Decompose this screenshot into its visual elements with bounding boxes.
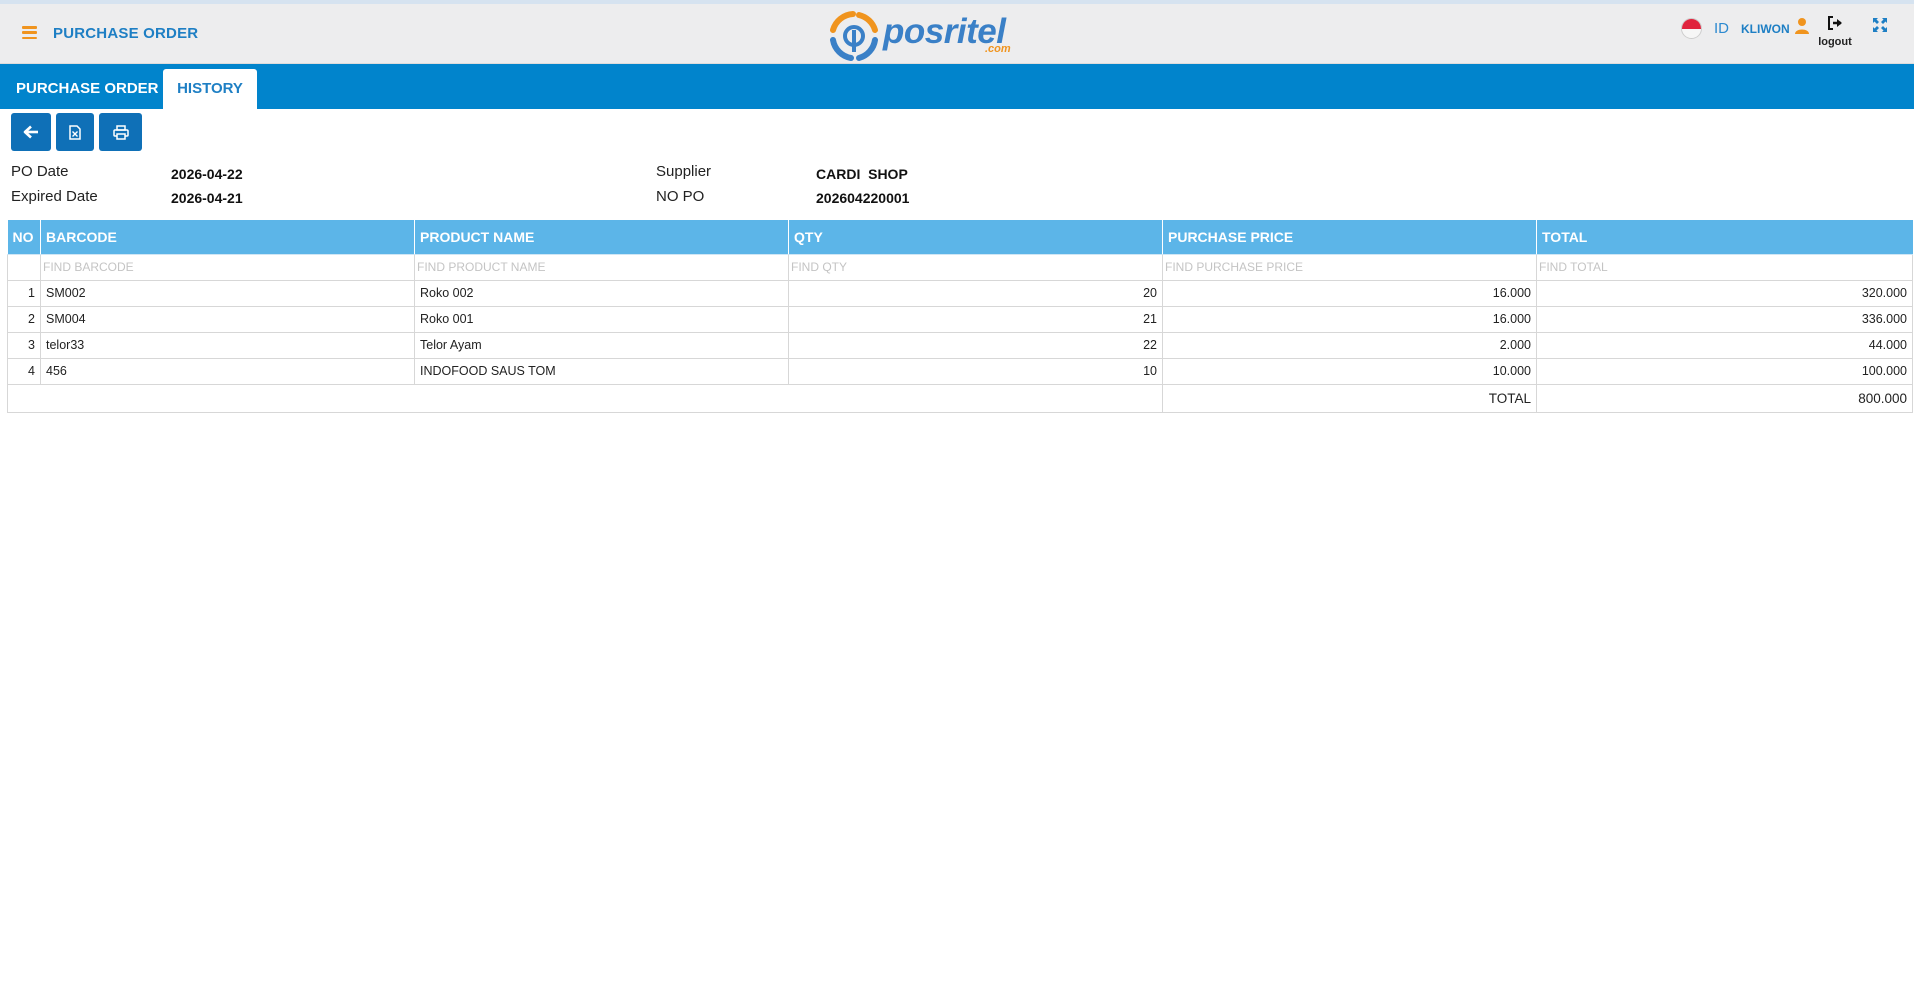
tab-bar: PURCHASE ORDER HISTORY — [0, 64, 1914, 109]
row-no: 2 — [7, 305, 41, 333]
back-arrow-icon — [23, 125, 38, 139]
logout-label: logout — [1818, 36, 1852, 48]
row-product-name: INDOFOOD SAUS TOM — [414, 357, 789, 385]
column-header-barcode[interactable]: BARCODE — [40, 220, 415, 255]
supplier-label: Supplier — [656, 163, 712, 180]
export-excel-button[interactable] — [56, 113, 94, 151]
table-row[interactable]: 1 SM002 Roko 002 20 16.000 320.000 — [7, 279, 1913, 307]
row-purchase-price: 10.000 — [1162, 357, 1537, 385]
print-button[interactable] — [99, 113, 142, 151]
find-product-name-input[interactable] — [417, 260, 786, 274]
logo-domain-suffix: .com — [985, 43, 1011, 55]
username[interactable]: KLIWON — [1741, 22, 1790, 36]
row-qty: 22 — [788, 331, 1163, 359]
row-total: 336.000 — [1536, 305, 1913, 333]
table-row[interactable]: 2 SM004 Roko 001 21 16.000 336.000 — [7, 305, 1913, 333]
row-no: 1 — [7, 279, 41, 307]
column-header-product-name[interactable]: PRODUCT NAME — [414, 220, 789, 255]
table-row[interactable]: 4 456 INDOFOOD SAUS TOM 10 10.000 100.00… — [7, 357, 1913, 385]
back-button[interactable] — [11, 113, 51, 151]
row-total: 100.000 — [1536, 357, 1913, 385]
find-qty-input[interactable] — [791, 260, 1160, 274]
find-total-input[interactable] — [1539, 260, 1910, 274]
table-total-row: TOTAL 800.000 — [7, 383, 1913, 413]
column-header-total[interactable]: TOTAL — [1536, 220, 1913, 255]
posritel-logo: posritel .com — [825, 10, 1020, 62]
filter-cell-product-name — [414, 253, 789, 281]
page-title: PURCHASE ORDER — [53, 25, 199, 42]
row-qty: 20 — [788, 279, 1163, 307]
row-total: 320.000 — [1536, 279, 1913, 307]
supplier-value: CARDI SHOP — [816, 166, 908, 182]
find-purchase-price-input[interactable] — [1165, 260, 1534, 274]
tab-purchase-order[interactable]: PURCHASE ORDER — [0, 69, 175, 109]
excel-export-icon — [69, 124, 81, 140]
row-purchase-price: 16.000 — [1162, 305, 1537, 333]
filter-cell-purchase-price — [1162, 253, 1537, 281]
tab-history[interactable]: HISTORY — [163, 69, 257, 109]
find-barcode-input[interactable] — [43, 260, 412, 274]
po-date-label: PO Date — [11, 163, 69, 180]
table-row[interactable]: 3 telor33 Telor Ayam 22 2.000 44.000 — [7, 331, 1913, 359]
hamburger-menu-icon[interactable] — [22, 26, 37, 39]
row-purchase-price: 2.000 — [1162, 331, 1537, 359]
column-header-purchase-price[interactable]: PURCHASE PRICE — [1162, 220, 1537, 255]
logout-button[interactable]: logout — [1815, 16, 1855, 50]
expired-date-value: 2026-04-21 — [171, 190, 243, 206]
column-header-no[interactable]: NO — [7, 220, 41, 255]
row-no: 3 — [7, 331, 41, 359]
logout-icon — [1827, 16, 1842, 30]
user-icon[interactable] — [1795, 17, 1809, 35]
row-qty: 21 — [788, 305, 1163, 333]
row-barcode: telor33 — [40, 331, 415, 359]
row-barcode: 456 — [40, 357, 415, 385]
row-product-name: Roko 002 — [414, 279, 789, 307]
indonesia-flag-icon[interactable] — [1681, 18, 1702, 39]
total-row-spacer — [7, 383, 1163, 413]
row-purchase-price: 16.000 — [1162, 279, 1537, 307]
total-label: TOTAL — [1162, 383, 1537, 413]
row-qty: 10 — [788, 357, 1163, 385]
toolbar — [11, 113, 142, 151]
column-header-qty[interactable]: QTY — [788, 220, 1163, 255]
print-icon — [112, 124, 129, 140]
table-header-row: NO BARCODE PRODUCT NAME QTY PURCHASE PRI… — [7, 220, 1913, 255]
fullscreen-expand-icon[interactable] — [1872, 17, 1888, 33]
row-no: 4 — [7, 357, 41, 385]
language-selector[interactable]: ID — [1714, 20, 1729, 37]
no-po-label: NO PO — [656, 188, 705, 205]
row-barcode: SM002 — [40, 279, 415, 307]
filter-row — [7, 253, 1913, 281]
row-barcode: SM004 — [40, 305, 415, 333]
row-product-name: Roko 001 — [414, 305, 789, 333]
grand-total-value: 800.000 — [1536, 383, 1913, 413]
filter-cell-total — [1536, 253, 1913, 281]
row-product-name: Telor Ayam — [414, 331, 789, 359]
purchase-order-table: NO BARCODE PRODUCT NAME QTY PURCHASE PRI… — [7, 220, 1913, 413]
expired-date-label: Expired Date — [11, 188, 98, 205]
filter-cell-no — [7, 253, 41, 281]
row-total: 44.000 — [1536, 331, 1913, 359]
logo-mark-icon — [830, 11, 878, 61]
filter-cell-barcode — [40, 253, 415, 281]
app-header: PURCHASE ORDER posritel .com ID KLIWON l… — [0, 4, 1914, 64]
no-po-value: 202604220001 — [816, 190, 910, 206]
filter-cell-qty — [788, 253, 1163, 281]
po-date-value: 2026-04-22 — [171, 166, 243, 182]
